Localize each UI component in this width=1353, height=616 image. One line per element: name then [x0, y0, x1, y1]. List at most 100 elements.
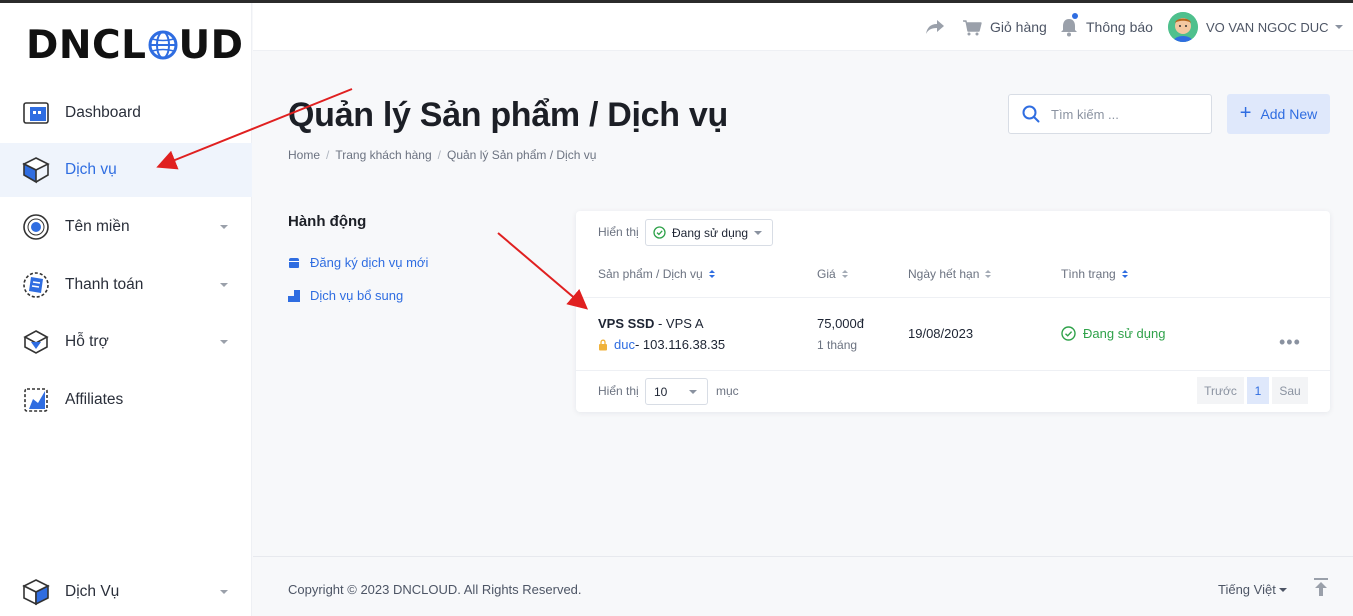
cube-icon — [20, 576, 52, 608]
chevron-down-icon — [220, 340, 228, 344]
breadcrumb-home[interactable]: Home — [288, 148, 320, 162]
add-new-button[interactable]: + Add New — [1227, 94, 1330, 134]
page-size-suffix: mục — [716, 384, 739, 398]
sidebar-item-dashboard[interactable]: Dashboard — [0, 86, 252, 140]
sort-icon — [985, 270, 992, 278]
search-icon — [1022, 105, 1040, 123]
sidebar-item-label: Dashboard — [65, 104, 141, 121]
expiry-date: 19/08/2023 — [908, 326, 974, 341]
dashboard-icon — [20, 97, 52, 129]
chevron-down-icon — [220, 590, 228, 594]
page-size-label: Hiển thị — [598, 384, 639, 398]
share-arrow-icon — [926, 20, 944, 34]
sidebar-item-affiliates[interactable]: Affiliates — [0, 373, 252, 427]
addon-services-link[interactable]: Dịch vụ bổ sung — [288, 288, 403, 303]
sidebar-item-label: Affiliates — [65, 391, 124, 408]
sidebar-item-billing[interactable]: Thanh toán — [0, 258, 252, 312]
sidebar-item-services-bottom[interactable]: Dịch Vụ — [0, 565, 252, 616]
breadcrumb-separator: / — [437, 148, 441, 162]
column-label: Sản phẩm / Dịch vụ — [598, 267, 703, 281]
page-title: Quản lý Sản phẩm / Dịch vụ — [288, 96, 728, 134]
product-name: VPS SSD - VPS A — [598, 316, 704, 331]
annotation-arrow-vps-row — [497, 232, 589, 310]
plus-icon: + — [1239, 102, 1252, 124]
sort-icon — [841, 270, 848, 278]
globe-target-icon — [20, 211, 52, 243]
register-new-service-link[interactable]: Đăng ký dịch vụ mới — [288, 255, 428, 270]
cart-icon — [963, 20, 982, 36]
sidebar-item-label: Tên miền — [65, 218, 130, 235]
affiliates-chart-icon — [20, 384, 52, 416]
pagination-next[interactable]: Sau — [1272, 377, 1308, 404]
sidebar-item-label: Dịch vụ — [65, 161, 117, 178]
page-size-select[interactable]: 10 — [645, 378, 708, 405]
sidebar-item-services[interactable]: Dịch vụ — [0, 143, 252, 197]
product-detail: duc - 103.116.38.35 — [598, 337, 725, 352]
share-button[interactable] — [925, 3, 953, 51]
column-label: Ngày hết hạn — [908, 267, 980, 281]
service-folder-icon — [289, 257, 299, 268]
footer-divider — [253, 556, 1353, 557]
globe-logo-icon — [148, 30, 177, 60]
chevron-down-icon — [220, 225, 228, 229]
column-label: Tình trạng — [1061, 267, 1116, 281]
status-badge: Đang sử dụng — [1061, 326, 1165, 341]
logo-text-right: UD — [178, 22, 244, 68]
column-header-product[interactable]: Sản phẩm / Dịch vụ — [598, 267, 715, 281]
sidebar-item-label: Dịch Vụ — [65, 583, 120, 600]
pagination-page-1[interactable]: 1 — [1247, 377, 1269, 404]
product-plan: - VPS A — [654, 316, 704, 331]
table-divider — [576, 370, 1330, 371]
action-link-label: Đăng ký dịch vụ mới — [310, 255, 429, 270]
status-filter-select[interactable]: Đang sử dụng — [645, 219, 773, 246]
breadcrumb-client-area[interactable]: Trang khách hàng — [335, 148, 431, 162]
billing-cycle: 1 tháng — [817, 338, 858, 352]
column-header-expiry[interactable]: Ngày hết hạn — [908, 267, 992, 281]
pagination-prev[interactable]: Trước — [1197, 377, 1244, 404]
column-label: Giá — [817, 267, 836, 281]
filter-label: Hiển thị — [598, 225, 639, 239]
notifications-button[interactable]: Thông báo — [1060, 3, 1153, 51]
dncloud-logo[interactable]: DNCL UD — [26, 22, 244, 68]
logo-text-left: DNCL — [26, 22, 147, 68]
chevron-down-icon — [220, 283, 228, 287]
sidebar: DNCL UD Dashboard Dịch vụ Tên miền Thanh — [0, 3, 252, 616]
avatar — [1168, 12, 1198, 42]
actions-title: Hành động — [288, 213, 367, 230]
back-to-top-button[interactable] — [1313, 577, 1329, 602]
filter-value: Đang sử dụng — [672, 225, 749, 240]
top-header: Giỏ hàng Thông báo VO VAN NGOC DUC — [253, 3, 1353, 51]
search-box[interactable] — [1008, 94, 1212, 134]
service-username[interactable]: duc — [614, 337, 635, 352]
more-options-icon[interactable]: ••• — [1279, 332, 1301, 353]
bell-icon — [1061, 19, 1077, 37]
user-menu[interactable]: VO VAN NGOC DUC — [1168, 3, 1343, 51]
notification-bell-wrap — [1060, 13, 1086, 37]
sidebar-item-support[interactable]: Hỗ trợ — [0, 315, 252, 369]
billing-icon — [20, 269, 52, 301]
check-circle-icon — [1061, 326, 1076, 341]
sort-icon — [708, 270, 715, 278]
lock-icon — [599, 339, 607, 350]
chevron-down-icon — [1334, 25, 1343, 29]
chevron-down-icon — [754, 230, 762, 235]
chevron-down-icon — [689, 389, 697, 394]
action-link-label: Dịch vụ bổ sung — [310, 288, 404, 303]
breadcrumb-current: Quản lý Sản phẩm / Dịch vụ — [447, 148, 597, 162]
column-header-price[interactable]: Giá — [817, 267, 848, 281]
cart-button[interactable]: Giỏ hàng — [962, 3, 1047, 51]
language-selector[interactable]: Tiếng Việt — [1218, 582, 1287, 597]
notification-dot — [1072, 13, 1078, 19]
sidebar-item-domains[interactable]: Tên miền — [0, 200, 252, 254]
product-type: VPS SSD — [598, 316, 655, 331]
search-input[interactable] — [1051, 106, 1201, 122]
check-circle-icon — [653, 226, 666, 239]
user-name: VO VAN NGOC DUC — [1206, 19, 1329, 35]
service-ip: - 103.116.38.35 — [634, 337, 726, 352]
breadcrumb: Home / Trang khách hàng / Quản lý Sản ph… — [288, 148, 596, 162]
price-value: 75,000đ — [817, 316, 864, 331]
column-header-status[interactable]: Tình trạng — [1061, 267, 1128, 281]
cart-label: Giỏ hàng — [990, 19, 1047, 35]
notifications-label: Thông báo — [1086, 19, 1153, 35]
support-box-icon — [20, 326, 52, 358]
